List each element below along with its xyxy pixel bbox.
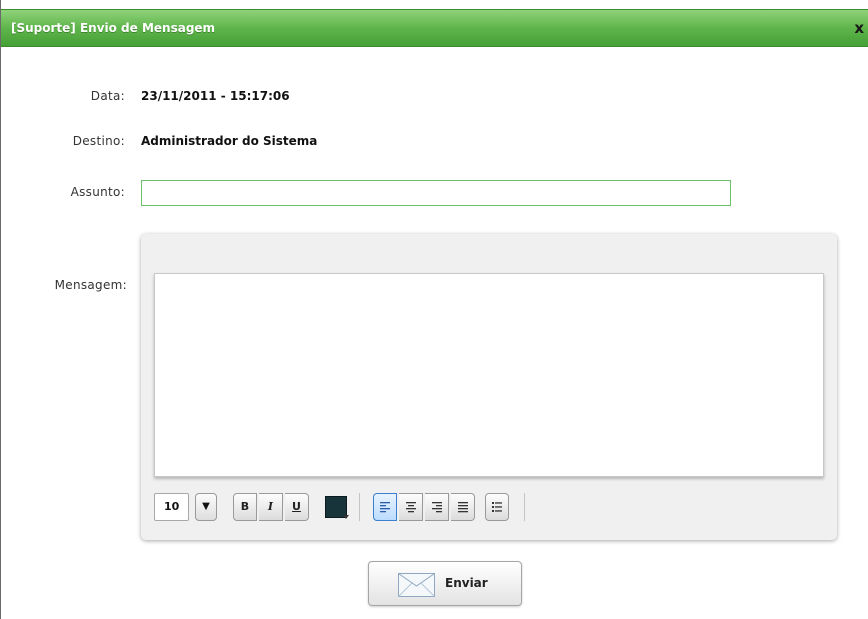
send-button[interactable]: Enviar (368, 561, 522, 606)
align-left-button[interactable] (373, 493, 397, 521)
color-dropdown-icon (343, 515, 349, 519)
underline-icon: U (292, 500, 301, 513)
align-center-icon (405, 502, 416, 513)
underline-button[interactable]: U (285, 493, 309, 521)
bullet-list-button[interactable] (485, 493, 509, 521)
align-justify-icon (457, 502, 468, 513)
align-right-button[interactable] (425, 493, 449, 521)
align-justify-button[interactable] (451, 493, 475, 521)
font-size-dropdown-button[interactable]: ▼ (195, 493, 217, 521)
toolbar-separator-end (524, 493, 525, 521)
close-icon[interactable]: x (854, 19, 864, 37)
font-size-field[interactable]: 10 (154, 493, 189, 521)
dialog-window: [Suporte] Envio de Mensagem x Data: 23/1… (0, 0, 868, 619)
destino-value: Administrador do Sistema (141, 134, 318, 148)
mensagem-textarea[interactable] (154, 273, 824, 477)
toolbar-separator (359, 493, 360, 521)
text-color-button[interactable] (323, 493, 349, 521)
chevron-down-icon: ▼ (202, 501, 210, 512)
align-center-button[interactable] (399, 493, 423, 521)
destino-label: Destino: (72, 134, 125, 148)
bold-button[interactable]: B (233, 493, 257, 521)
title-bar[interactable]: [Suporte] Envio de Mensagem x (1, 9, 868, 47)
mensagem-label: Mensagem: (54, 278, 127, 292)
send-button-label: Enviar (445, 576, 488, 590)
data-label: Data: (90, 89, 125, 103)
assunto-input[interactable] (141, 180, 731, 206)
assunto-label: Assunto: (70, 185, 125, 199)
envelope-icon (398, 573, 435, 597)
window-title: [Suporte] Envio de Mensagem (11, 21, 216, 35)
data-value: 23/11/2011 - 15:17:06 (141, 89, 290, 103)
bullet-list-icon (492, 502, 502, 512)
italic-button[interactable]: I (259, 493, 283, 521)
italic-icon: I (267, 500, 274, 513)
rich-text-editor: 10 ▼ B I U (141, 234, 837, 540)
align-right-icon (431, 502, 442, 513)
bold-icon: B (240, 500, 250, 513)
align-left-icon (380, 502, 390, 513)
